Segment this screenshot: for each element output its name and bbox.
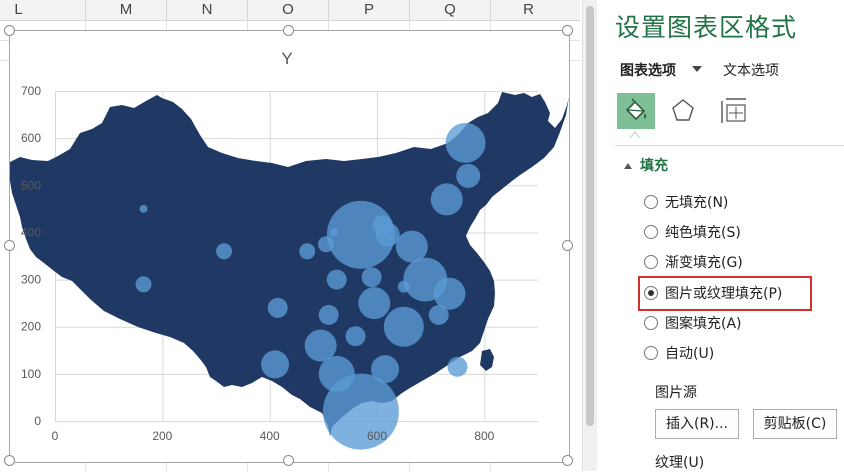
radio-label[interactable]: 图案填充(A): [665, 313, 742, 333]
radio-label[interactable]: 无填充(N): [665, 192, 728, 212]
y-tick-label: 0: [34, 414, 41, 428]
format-chart-area-pane: 设置图表区格式 图表选项 文本选项 填充 无填充(N) 纯色填充(S) 渐变填充…: [598, 0, 844, 471]
radio-button-icon[interactable]: [644, 195, 658, 209]
effects-tab-button[interactable]: [664, 93, 702, 129]
radio-button-icon[interactable]: [644, 225, 658, 239]
column-header-n[interactable]: N: [167, 0, 247, 20]
y-tick-label: 600: [21, 131, 41, 145]
radio-label[interactable]: 渐变填充(G): [665, 252, 743, 272]
bubble-map-chart[interactable]: Y 0 100 200 300 400 500 600 700 0 200 400 600 800: [10, 31, 569, 462]
data-bubble[interactable]: [345, 326, 366, 347]
data-bubble[interactable]: [397, 280, 410, 293]
resize-handle-bottom[interactable]: [283, 455, 294, 466]
texture-label[interactable]: 纹理(U): [655, 452, 704, 472]
radio-button-icon[interactable]: [644, 316, 658, 330]
y-tick-label: 400: [21, 225, 41, 239]
size-properties-icon: [721, 98, 746, 123]
data-bubble[interactable]: [299, 243, 316, 260]
clipboard-button[interactable]: 剪贴板(C): [753, 409, 837, 439]
x-tick-label: 400: [260, 429, 280, 443]
taiwan-island: [480, 349, 494, 371]
y-tick-label: 500: [21, 178, 41, 192]
resize-handle-top[interactable]: [283, 25, 294, 36]
resize-handle-top-left[interactable]: [4, 25, 15, 36]
data-bubble[interactable]: [139, 204, 148, 213]
x-tick-label: 0: [52, 429, 59, 443]
y-tick-label: 100: [21, 367, 41, 381]
data-bubble[interactable]: [326, 269, 347, 290]
data-bubble[interactable]: [322, 373, 399, 450]
resize-handle-right[interactable]: [562, 240, 573, 251]
x-tick-label: 200: [152, 429, 172, 443]
radio-button-icon[interactable]: [644, 346, 658, 360]
tab-chart-options[interactable]: 图表选项: [620, 60, 676, 80]
size-properties-tab-button[interactable]: [716, 93, 754, 129]
worksheet: L M N O P Q R Y 0 100 200 300 400 500 600 700 0 2…: [0, 0, 580, 471]
column-header-q[interactable]: Q: [410, 0, 490, 20]
resize-handle-left[interactable]: [4, 240, 15, 251]
chart-title: Y: [281, 49, 292, 68]
y-tick-label: 200: [21, 320, 41, 334]
radio-label[interactable]: 自动(U): [665, 343, 714, 363]
radio-label[interactable]: 纯色填充(S): [665, 222, 741, 242]
data-bubble[interactable]: [261, 350, 290, 379]
pentagon-icon: [672, 99, 694, 121]
data-bubble[interactable]: [456, 163, 481, 188]
picture-source-label: 图片源: [655, 385, 697, 401]
data-bubble[interactable]: [447, 356, 468, 377]
data-bubble[interactable]: [445, 122, 486, 163]
pane-title: 设置图表区格式: [615, 13, 798, 42]
vertical-scrollbar[interactable]: [582, 0, 597, 471]
x-tick-label: 800: [474, 429, 494, 443]
pane-divider: [615, 145, 844, 146]
highlight-box: [638, 276, 812, 311]
y-tick-label: 700: [21, 84, 41, 98]
column-header-r[interactable]: R: [491, 0, 566, 20]
scrollbar-thumb[interactable]: [586, 6, 594, 426]
x-tick-label: 600: [367, 429, 387, 443]
selected-tab-caret-icon: [630, 131, 640, 138]
tab-text-options[interactable]: 文本选项: [723, 60, 779, 80]
column-header-l[interactable]: L: [0, 0, 37, 20]
data-bubble[interactable]: [383, 306, 424, 347]
column-header-m[interactable]: M: [86, 0, 166, 20]
data-bubble[interactable]: [375, 222, 400, 247]
data-bubble[interactable]: [433, 277, 466, 310]
column-header-o[interactable]: O: [248, 0, 328, 20]
resize-handle-bottom-left[interactable]: [4, 455, 15, 466]
chevron-down-icon[interactable]: [692, 66, 702, 72]
data-bubble[interactable]: [216, 243, 233, 260]
insert-button[interactable]: 插入(R)...: [655, 409, 739, 439]
data-bubble[interactable]: [318, 304, 339, 325]
chart-area[interactable]: Y 0 100 200 300 400 500 600 700 0 200 400 600 800: [9, 30, 570, 463]
paint-bucket-icon: [625, 98, 646, 121]
data-bubble[interactable]: [428, 304, 449, 325]
collapse-triangle-icon: [624, 163, 632, 169]
resize-handle-bottom-right[interactable]: [562, 455, 573, 466]
section-fill-label: 填充: [640, 158, 668, 174]
column-header-p[interactable]: P: [329, 0, 409, 20]
data-bubble[interactable]: [135, 276, 152, 293]
data-bubble[interactable]: [361, 267, 382, 288]
section-fill-header[interactable]: 填充: [624, 155, 668, 175]
y-tick-label: 300: [21, 273, 41, 287]
data-bubble[interactable]: [430, 183, 463, 216]
resize-handle-top-right[interactable]: [562, 25, 573, 36]
data-bubble[interactable]: [358, 287, 391, 320]
radio-button-icon[interactable]: [644, 255, 658, 269]
data-bubble[interactable]: [267, 297, 288, 318]
column-header-row: L M N O P Q R: [0, 0, 580, 21]
fill-line-tab-button[interactable]: [617, 93, 655, 129]
